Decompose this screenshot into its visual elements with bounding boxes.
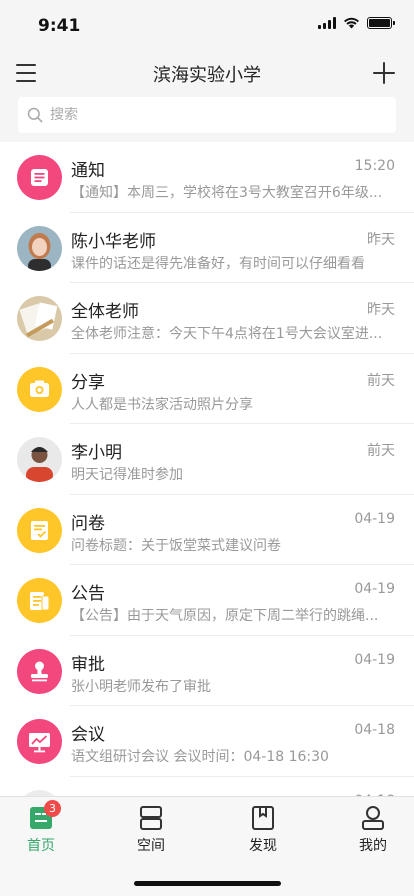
conversation-preview: 明天记得准时参加 [71, 467, 183, 483]
conversation-time: 前天 [367, 372, 395, 389]
avatar [17, 437, 62, 482]
tab-label: 空间 [137, 838, 165, 854]
tab-profile[interactable]: 我的 [333, 805, 413, 855]
group-photo [17, 296, 62, 341]
conversation-time: 04-19 [354, 581, 395, 597]
conversation-title: 会议 [71, 725, 105, 745]
conversation-row[interactable]: 分享 前天人人都是书法家活动照片分享 [0, 354, 414, 424]
conversation-row[interactable]: 通知 15:20 【通知】本周三，学校将在3号大教室召开6年级... [0, 142, 414, 213]
conversation-row[interactable]: 公告 04-19 【公告】由于天气原因，原定下周二举行的跳绳... [0, 565, 414, 636]
conversation-title: 分享 [71, 372, 105, 393]
tab-bar: 3 首页 空间 发现 我的 [0, 796, 414, 896]
conversation-row[interactable]: 会议 04-18 语文组研讨会议 会议时间：04-18 16:30 [0, 706, 414, 777]
conversation-title: 通知 [71, 161, 105, 181]
add-icon[interactable] [373, 62, 395, 84]
wifi-icon [344, 17, 359, 29]
status-icons [318, 17, 395, 29]
conversation-row[interactable]: 全体老师 昨天全体老师注意：今天下午4点将在1号大会议室进... [0, 283, 414, 354]
conversation-preview: 【公告】由于天气原因，原定下周二举行的跳绳... [71, 608, 379, 624]
status-time: 9:41 [38, 16, 81, 36]
home-indicator [134, 881, 281, 886]
conversation-time: 15:20 [354, 158, 395, 174]
conversation-title: 李小明 [71, 443, 122, 463]
tab-discover[interactable]: 发现 [223, 805, 303, 855]
meeting-icon [17, 719, 62, 764]
conversation-preview: 课件的话还是得先准备好，有时间可以仔细看看 [71, 255, 365, 272]
space-icon [138, 805, 164, 831]
conversation-preview: 全体老师注意：今天下午4点将在1号大会议室进... [71, 326, 383, 342]
conversation-preview: 人人都是书法家活动照片分享 [71, 396, 253, 413]
conversation-preview: 张小明老师发布了审批 [71, 678, 211, 695]
conversation-title: 全体老师 [71, 302, 139, 322]
search-icon [27, 107, 43, 123]
page-title: 滨海实验小学 [153, 65, 261, 86]
conversation-list: 通知 15:20 【通知】本周三，学校将在3号大教室召开6年级... 陈小华老师 昨天课… [0, 142, 414, 796]
conversation-preview: 语文组研讨会议 会议时间：04-18 16:30 [71, 749, 329, 765]
announcement-icon [17, 578, 62, 623]
tab-label: 发现 [249, 838, 277, 854]
search-input[interactable] [50, 107, 370, 123]
conversation-time: 04-18 [354, 722, 395, 738]
status-bar: 9:41 [0, 0, 414, 52]
battery-icon [367, 17, 395, 29]
search-bar[interactable] [18, 97, 396, 133]
unread-badge: 3 [44, 800, 61, 817]
conversation-title: 陈小华老师 [71, 231, 156, 252]
nav-bar: 滨海实验小学 [0, 52, 414, 96]
conversation-time: 昨天 [367, 302, 395, 318]
conversation-row[interactable]: 审批 04-19 张小明老师发布了审批 [0, 636, 414, 706]
conversation-preview: 【通知】本周三，学校将在3号大教室召开6年级... [71, 185, 383, 201]
conversation-time: 04-19 [354, 510, 395, 527]
tab-space[interactable]: 空间 [111, 805, 191, 855]
home-icon: 3 [28, 800, 61, 831]
conversation-preview: 问卷标题：关于饭堂菜式建议问卷 [71, 537, 281, 554]
avatar [17, 225, 62, 271]
conversation-title: 公告 [71, 584, 105, 604]
tab-label: 我的 [359, 838, 387, 854]
notice-icon [17, 155, 62, 200]
profile-icon [360, 805, 386, 831]
conversation-time: 前天 [367, 443, 395, 459]
stamp-icon [17, 648, 62, 694]
conversation-title: 问卷 [71, 513, 105, 534]
tab-home[interactable]: 3 首页 [1, 800, 81, 855]
conversation-title: 审批 [71, 654, 105, 675]
conversation-time: 04-19 [354, 651, 395, 668]
survey-icon [17, 507, 62, 553]
signal-icon [318, 17, 336, 29]
conversation-row[interactable]: 问卷 04-19 问卷标题：关于饭堂菜式建议问卷 [0, 495, 414, 565]
conversation-time: 昨天 [367, 231, 395, 248]
camera-icon [17, 366, 62, 412]
tab-label: 首页 [27, 838, 55, 854]
conversation-row[interactable]: 李小明04-18 [0, 777, 414, 796]
discover-icon [250, 805, 276, 831]
conversation-row[interactable]: 李小明 前天明天记得准时参加 [0, 424, 414, 495]
conversation-row[interactable]: 陈小华老师 昨天 课件的话还是得先准备好，有时间可以仔细看看 [0, 213, 414, 283]
